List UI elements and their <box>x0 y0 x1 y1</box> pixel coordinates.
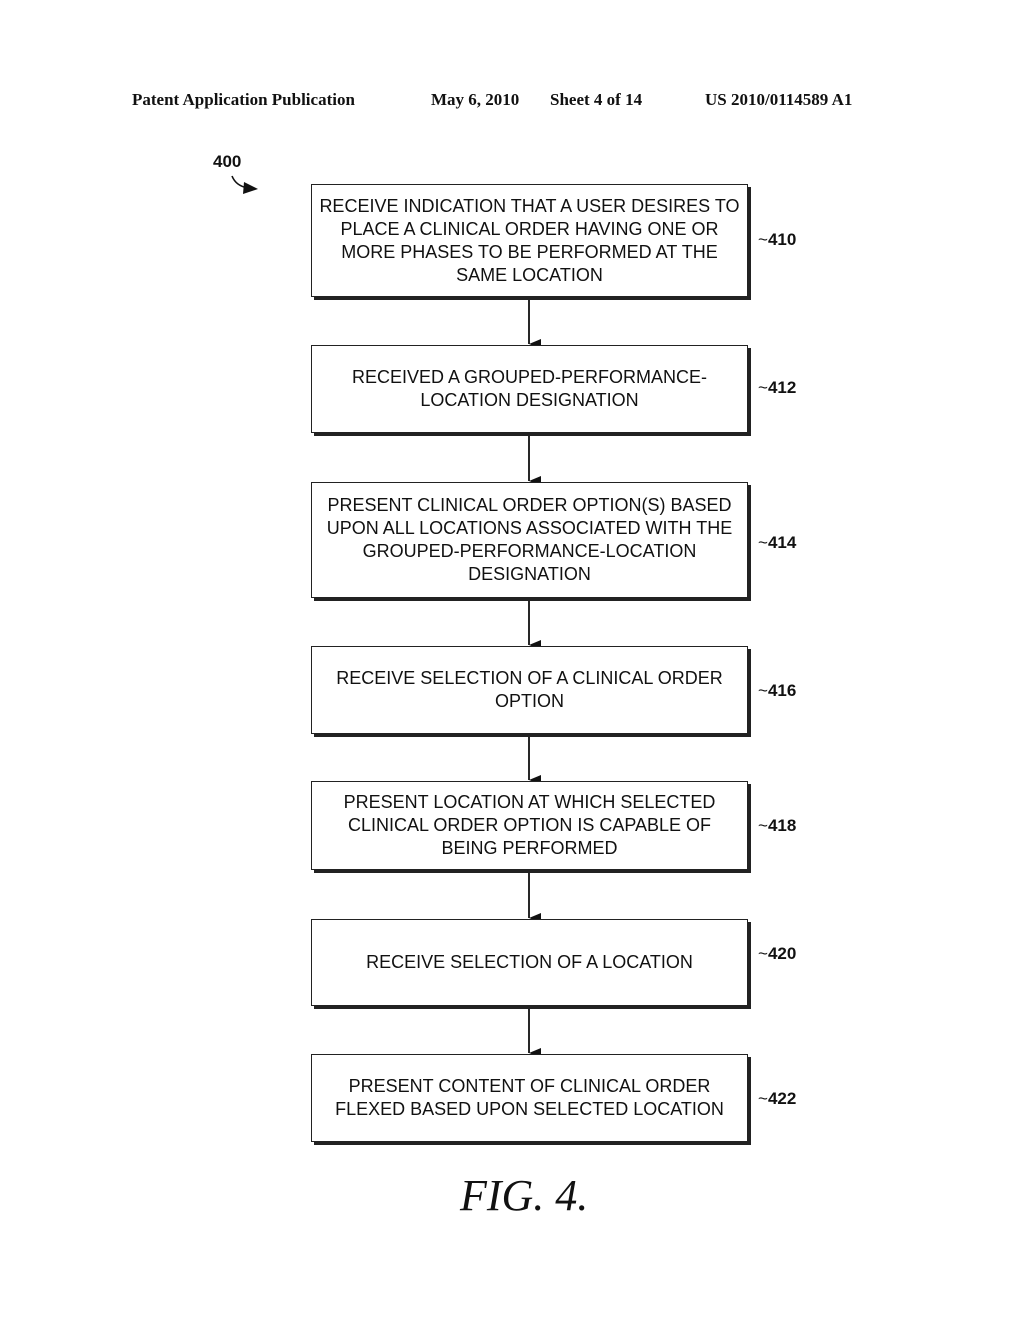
step-text: RECEIVED A GROUPED-PERFORMANCE-LOCATION … <box>351 367 708 410</box>
step-box-422: PRESENT CONTENT OF CLINICAL ORDER FLEXED… <box>311 1054 748 1142</box>
step-box-420: RECEIVE SELECTION OF A LOCATION <box>311 919 748 1006</box>
step-text: PRESENT CLINICAL ORDER OPTION(S) BASED U… <box>326 495 733 584</box>
figure-caption: FIG. 4. <box>460 1171 589 1220</box>
step-reference-label: 410 <box>758 230 796 250</box>
step-reference-label: 414 <box>758 533 796 553</box>
step-box-418: PRESENT LOCATION AT WHICH SELECTED CLINI… <box>311 781 748 870</box>
step-text: PRESENT LOCATION AT WHICH SELECTED CLINI… <box>343 792 716 858</box>
step-text: RECEIVE SELECTION OF A LOCATION <box>366 952 693 972</box>
figure-reference-arrowhead <box>243 182 258 194</box>
step-reference-label: 418 <box>758 816 796 836</box>
step-text: RECEIVE SELECTION OF A CLINICAL ORDER OP… <box>336 668 723 711</box>
step-text: RECEIVE INDICATION THAT A USER DESIRES T… <box>319 195 740 285</box>
step-box-412: RECEIVED A GROUPED-PERFORMANCE-LOCATION … <box>311 345 748 433</box>
step-reference-label: 422 <box>758 1089 796 1109</box>
step-reference-label: 412 <box>758 378 796 398</box>
step-box-416: RECEIVE SELECTION OF A CLINICAL ORDER OP… <box>311 646 748 734</box>
step-box-414: PRESENT CLINICAL ORDER OPTION(S) BASED U… <box>311 482 748 598</box>
step-reference-label: 420 <box>758 944 796 964</box>
step-box-410: RECEIVE INDICATION THAT A USER DESIRES T… <box>311 184 748 297</box>
step-reference-label: 416 <box>758 681 796 701</box>
step-text: PRESENT CONTENT OF CLINICAL ORDER FLEXED… <box>335 1076 724 1119</box>
